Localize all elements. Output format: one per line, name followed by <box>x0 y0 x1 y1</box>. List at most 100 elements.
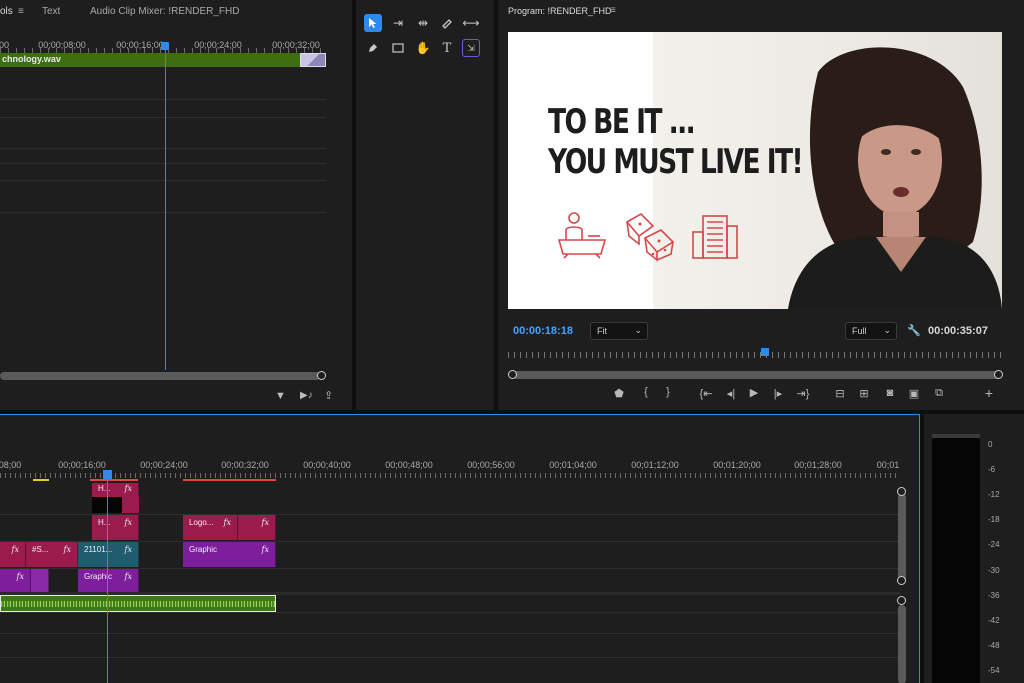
program-title[interactable]: Program: !RENDER_FHD <box>508 6 612 16</box>
remix-icon[interactable]: ⇲ <box>462 39 480 57</box>
meter-label: -24 <box>988 540 1000 549</box>
timeline-ruler-label: 00;00;40;00 <box>303 460 351 470</box>
fx-badge: fx <box>63 545 71 554</box>
source-row-divider <box>0 163 326 164</box>
hand-icon[interactable]: ✋ <box>414 39 432 57</box>
track-divider <box>0 633 900 634</box>
tools-panel: ⇥ ⇹ ⟷ ✋ T ⇲ <box>356 0 494 410</box>
clip-v1-a[interactable]: fx <box>0 569 31 592</box>
clip-audio-a1[interactable] <box>0 595 276 612</box>
timeline-ruler-label: 08;00 <box>0 460 22 470</box>
source-playhead-line <box>165 48 166 370</box>
overwrite-icon[interactable]: ⧉ <box>931 387 947 400</box>
clip-v1-graphic[interactable]: Graphic fx <box>78 569 139 592</box>
audio-meter-panel <box>924 414 1024 683</box>
insert-icon[interactable]: ▶♪ <box>300 390 313 401</box>
zoom-value: Fit <box>597 326 607 336</box>
marker-icon[interactable]: ⬟ <box>611 387 627 400</box>
wrench-icon[interactable]: 🔧 <box>907 324 921 337</box>
source-clip-thumbnail <box>300 53 326 67</box>
timeline-ruler-label: 00;01;20;00 <box>713 460 761 470</box>
mark-out-icon[interactable]: } <box>660 386 676 398</box>
spa-icon <box>557 212 607 259</box>
fx-badge: fx <box>223 518 231 527</box>
type-icon[interactable]: T <box>438 39 456 57</box>
current-timecode[interactable]: 00:00:18:18 <box>513 325 573 337</box>
add-button-icon[interactable]: + <box>981 385 997 401</box>
go-to-in-icon[interactable]: {⇤ <box>698 387 714 400</box>
clip-v4-h[interactable]: H... fx <box>92 483 139 497</box>
clip-v2-a[interactable]: fx <box>0 542 26 567</box>
meter-label: -48 <box>988 641 1000 650</box>
source-scroll-handle[interactable] <box>317 371 326 380</box>
program-playhead[interactable] <box>760 348 769 356</box>
mark-in-icon[interactable]: { <box>638 386 654 398</box>
export-icon[interactable]: ⇪ <box>324 389 333 402</box>
timeline-ruler-label: 00;00;24;00 <box>140 460 188 470</box>
meter-label: -18 <box>988 515 1000 524</box>
clip-v3-h[interactable]: H... fx <box>92 515 139 540</box>
lift-icon[interactable]: ⊟ <box>832 387 848 400</box>
source-scrollbar[interactable] <box>0 372 320 380</box>
tab-audio-clip-mixer[interactable]: Audio Clip Mixer: !RENDER_FHD <box>90 6 239 17</box>
track-divider <box>0 612 900 613</box>
meter-label: 0 <box>988 440 993 449</box>
source-row-divider <box>0 117 326 118</box>
duration-timecode: 00:00:35:07 <box>928 325 988 337</box>
source-audio-clip[interactable]: chnology.wav <box>0 53 300 67</box>
source-row-divider <box>0 212 326 213</box>
clip-v1-b[interactable] <box>31 569 49 592</box>
video-scroll-bottom-handle[interactable] <box>897 576 906 585</box>
insert-icon[interactable]: ▣ <box>906 387 922 400</box>
source-row-divider <box>0 148 326 149</box>
zoom-dropdown[interactable]: Fit ⌄ <box>590 322 648 340</box>
ripple-edit-icon[interactable]: ⇹ <box>414 14 432 32</box>
clip-v3-logo[interactable]: Logo... fx <box>183 515 238 540</box>
video-title-line1: TO BE IT ... <box>548 102 696 142</box>
program-menu-icon[interactable]: ≡ <box>610 5 616 16</box>
tab-text[interactable]: Text <box>42 6 60 17</box>
clip-label: 21101... <box>84 545 113 554</box>
audio-meter-bar <box>932 436 980 683</box>
audio-scroll-top-handle[interactable] <box>897 596 906 605</box>
program-scroll-right-handle[interactable] <box>994 370 1003 379</box>
fx-badge: fx <box>124 484 132 493</box>
timeline-ruler-label: 00;01;04;00 <box>549 460 597 470</box>
clip-label: Logo... <box>189 518 214 527</box>
tab-menu-icon[interactable]: ≡ <box>18 6 24 17</box>
step-forward-icon[interactable]: |▸ <box>770 387 786 400</box>
timeline-ruler-ticks <box>0 473 900 478</box>
program-scrollbar[interactable] <box>512 371 1000 379</box>
source-clip-name: chnology.wav <box>2 54 61 64</box>
clip-v2-graphic[interactable]: Graphic fx <box>183 542 276 567</box>
video-tracks-scrollbar[interactable] <box>898 493 906 583</box>
program-video-frame[interactable]: TO BE IT ... YOU MUST LIVE IT! <box>508 32 1002 309</box>
razor-icon[interactable] <box>438 14 456 32</box>
timeline-ruler-label: 00;00;32;00 <box>221 460 269 470</box>
rectangle-icon[interactable] <box>389 39 407 57</box>
filter-icon[interactable]: ▼ <box>275 390 286 402</box>
audio-tracks-scrollbar[interactable] <box>898 605 906 683</box>
extract-icon[interactable]: ⊞ <box>856 387 872 400</box>
camera-icon[interactable]: ◙ <box>882 387 898 399</box>
timeline-ruler-label: 00;00;16;00 <box>58 460 106 470</box>
selection-tool-icon[interactable] <box>364 14 382 32</box>
clip-v2-2110[interactable]: 21101... fx <box>78 542 139 567</box>
program-scroll-left-handle[interactable] <box>508 370 517 379</box>
clip-v2-s[interactable]: #S... fx <box>26 542 78 567</box>
track-select-forward-icon[interactable]: ⇥ <box>389 14 407 32</box>
clip-v3-logo-b[interactable]: fx <box>238 515 276 540</box>
fx-badge: fx <box>261 518 269 527</box>
video-scroll-top-handle[interactable] <box>897 487 906 496</box>
pen-icon[interactable] <box>364 39 382 57</box>
quality-value: Full <box>852 326 867 336</box>
quality-dropdown[interactable]: Full ⌄ <box>845 322 897 340</box>
play-icon[interactable]: ▶ <box>746 386 762 399</box>
fx-badge: fx <box>124 572 132 581</box>
go-to-out-icon[interactable]: ⇥} <box>795 387 811 400</box>
clip-label: H... <box>98 484 111 493</box>
slip-icon[interactable]: ⟷ <box>462 14 480 32</box>
step-back-icon[interactable]: ◂| <box>723 387 739 400</box>
tab-tools[interactable]: ols <box>0 6 13 17</box>
clip-v4-magenta[interactable] <box>122 497 139 513</box>
